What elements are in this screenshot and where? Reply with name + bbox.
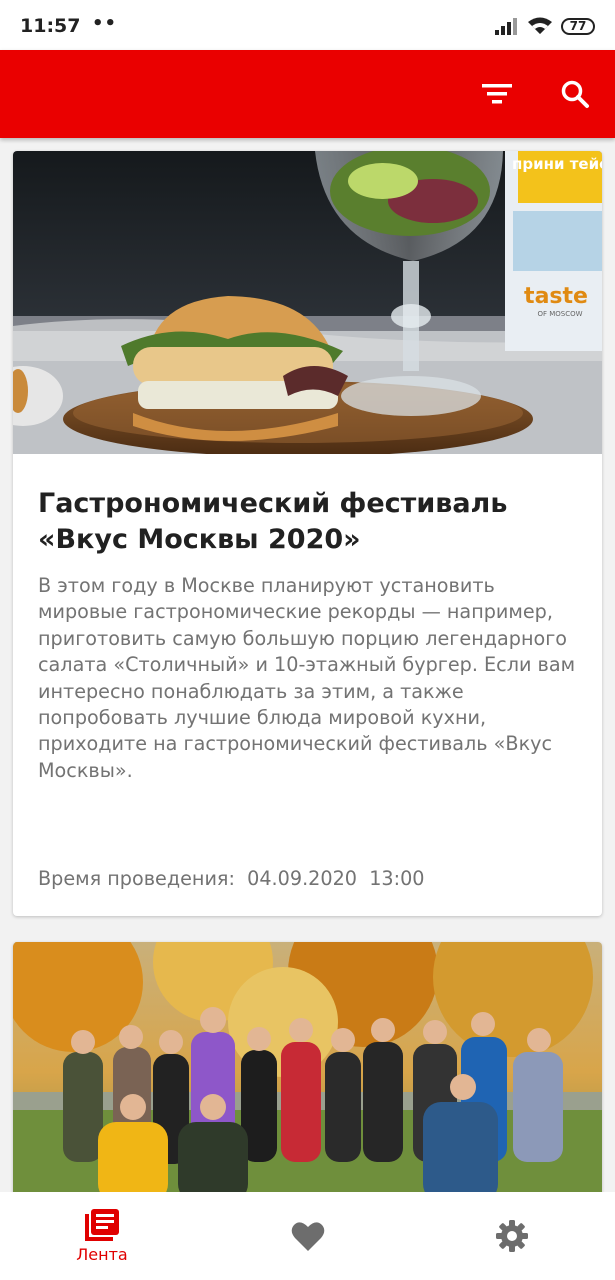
notification-dots: •• [92, 13, 118, 34]
nav-item-favorites[interactable] [258, 1192, 358, 1280]
group-photo-autumn-park [13, 942, 602, 1192]
heart-icon [291, 1222, 325, 1251]
sign-brand-text: taste [524, 284, 588, 309]
bottom-navigation: Лента [0, 1192, 615, 1280]
sign-top-text: прини тейс [512, 155, 602, 173]
event-image [13, 942, 602, 1192]
battery-indicator: 77 [561, 17, 595, 35]
filter-button[interactable] [475, 72, 519, 116]
event-time-label: Время проведения: [38, 867, 235, 890]
feed-icon [85, 1208, 119, 1241]
event-time: 13:00 [369, 867, 425, 890]
status-time: 11:57 [20, 15, 81, 37]
event-card[interactable] [13, 942, 602, 1192]
nav-label-feed: Лента [76, 1244, 128, 1264]
gear-icon [496, 1220, 528, 1252]
event-feed[interactable]: прини тейс taste OF MOSCOW Гастрономичес… [0, 138, 615, 1192]
event-title: Гастрономический фестиваль «Вкус Москвы … [38, 488, 508, 555]
event-date: 04.09.2020 [247, 867, 358, 890]
nav-item-settings[interactable] [462, 1192, 562, 1280]
event-card[interactable]: прини тейс taste OF MOSCOW Гастрономичес… [13, 151, 602, 916]
event-image: прини тейс taste OF MOSCOW [13, 151, 602, 454]
signal-icon [495, 18, 517, 35]
status-bar: 11:57 •• 77 [0, 0, 615, 50]
nav-item-feed[interactable]: Лента [52, 1192, 152, 1280]
search-icon [561, 80, 589, 108]
sign-sub-text: OF MOSCOW [537, 310, 582, 318]
event-description: В этом году в Москве планируют установит… [38, 574, 576, 782]
food-festival-photo: прини тейс taste OF MOSCOW [13, 151, 602, 454]
wifi-icon [528, 17, 552, 34]
search-button[interactable] [553, 72, 597, 116]
filter-icon [482, 84, 512, 104]
status-icons: 77 [495, 15, 595, 37]
event-datetime: Время проведения: 04.09.2020 13:00 [38, 867, 425, 890]
app-toolbar [0, 50, 615, 138]
